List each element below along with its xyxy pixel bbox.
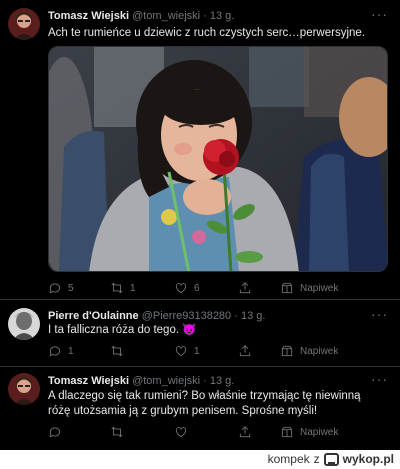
tweet-3[interactable]: Tomasz Wiejski @tom_wiejski · 13 g. ··· …	[0, 367, 400, 450]
tip-button[interactable]: Napiwek	[280, 344, 338, 358]
display-name[interactable]: Tomasz Wiejski	[48, 10, 129, 22]
retweet-icon	[111, 282, 123, 294]
retweet-button[interactable]: 1	[110, 281, 136, 295]
tip-button[interactable]: Napiwek	[280, 281, 338, 295]
tip-button[interactable]: Napiwek	[280, 425, 338, 439]
heart-icon	[175, 283, 187, 294]
share-button[interactable]	[238, 281, 252, 295]
tweet-text: A dlaczego się tak rumieni? Bo właśnie t…	[48, 390, 361, 417]
tweet-1[interactable]: Tomasz Wiejski @tom_wiejski · 13 g. ··· …	[0, 0, 400, 298]
wykop-logo-icon	[323, 452, 339, 466]
footer-user[interactable]: kompek	[268, 452, 310, 466]
avatar[interactable]	[8, 8, 40, 40]
tip-icon	[281, 426, 293, 438]
tweet-text: Ach te rumieńce u dziewic z ruch czystyc…	[48, 27, 365, 39]
retweet-count: 1	[130, 282, 136, 294]
tweet-text: I ta falliczna róża do tego. 😈	[48, 324, 197, 336]
user-handle[interactable]: @tom_wiejski	[132, 375, 200, 387]
retweet-icon	[111, 426, 123, 438]
tweet-header: Tomasz Wiejski @tom_wiejski · 13 g.	[48, 375, 234, 387]
tip-icon	[281, 345, 293, 357]
share-icon	[239, 282, 251, 294]
avatar[interactable]	[8, 373, 40, 405]
wykop-footer: kompek z wykop.pl	[0, 450, 400, 469]
more-options-icon[interactable]: ···	[371, 6, 388, 22]
tweet-photo[interactable]	[48, 46, 388, 272]
retweet-button[interactable]	[110, 425, 124, 439]
like-button[interactable]	[174, 425, 188, 439]
footer-site[interactable]: wykop.pl	[343, 452, 394, 466]
reply-icon	[49, 283, 61, 294]
reply-count: 5	[68, 282, 74, 294]
tip-icon	[281, 282, 293, 294]
tweet-header: Tomasz Wiejski @tom_wiejski · 13 g.	[48, 10, 234, 22]
like-button[interactable]: 6	[174, 281, 200, 295]
share-button[interactable]	[238, 344, 252, 358]
reply-count: 1	[68, 345, 74, 357]
heart-icon	[175, 427, 187, 438]
tweet-time[interactable]: 13 g.	[210, 10, 234, 22]
separator: ·	[203, 375, 207, 387]
reply-button[interactable]: 1	[48, 344, 74, 358]
reply-button[interactable]	[48, 425, 68, 439]
retweet-button[interactable]	[110, 344, 130, 358]
avatar[interactable]	[8, 308, 40, 340]
separator: ·	[203, 10, 207, 22]
heart-icon	[175, 346, 187, 357]
share-icon	[239, 345, 251, 357]
reply-icon	[49, 427, 61, 438]
tweet-2[interactable]: Pierre d'Oulainne @Pierre93138280 · 13 g…	[0, 300, 400, 366]
tip-label: Napiwek	[300, 345, 339, 357]
tip-label: Napiwek	[300, 282, 339, 294]
more-options-icon[interactable]: ···	[371, 306, 388, 322]
user-handle[interactable]: @tom_wiejski	[132, 10, 200, 22]
display-name[interactable]: Pierre d'Oulainne	[48, 310, 139, 322]
like-count: 6	[194, 282, 200, 294]
tip-label: Napiwek	[300, 426, 339, 438]
like-button[interactable]: 1	[174, 344, 200, 358]
share-icon	[239, 426, 251, 438]
display-name[interactable]: Tomasz Wiejski	[48, 375, 129, 387]
tweet-actions: Napiwek	[48, 425, 388, 439]
tweet-actions: 5 1 6 Napiwek	[48, 281, 388, 295]
reply-button[interactable]: 5	[48, 281, 74, 295]
photo-girl-with-rose	[49, 47, 387, 271]
user-handle[interactable]: @Pierre93138280	[142, 310, 231, 322]
avatar-image	[8, 308, 40, 340]
retweet-icon	[111, 345, 123, 357]
separator: ·	[234, 310, 238, 322]
reply-icon	[49, 346, 61, 357]
footer-z: z	[313, 452, 320, 466]
share-button[interactable]	[238, 425, 252, 439]
like-count: 1	[194, 345, 200, 357]
avatar-image	[8, 373, 40, 405]
tweet-time[interactable]: 13 g.	[241, 310, 265, 322]
footer-credit: kompek z wykop.pl	[268, 452, 394, 466]
avatar-image	[8, 8, 40, 40]
tweet-time[interactable]: 13 g.	[210, 375, 234, 387]
tweet-actions: 1 1 Napiwek	[48, 344, 388, 358]
more-options-icon[interactable]: ···	[371, 371, 388, 387]
tweet-header: Pierre d'Oulainne @Pierre93138280 · 13 g…	[48, 310, 265, 322]
